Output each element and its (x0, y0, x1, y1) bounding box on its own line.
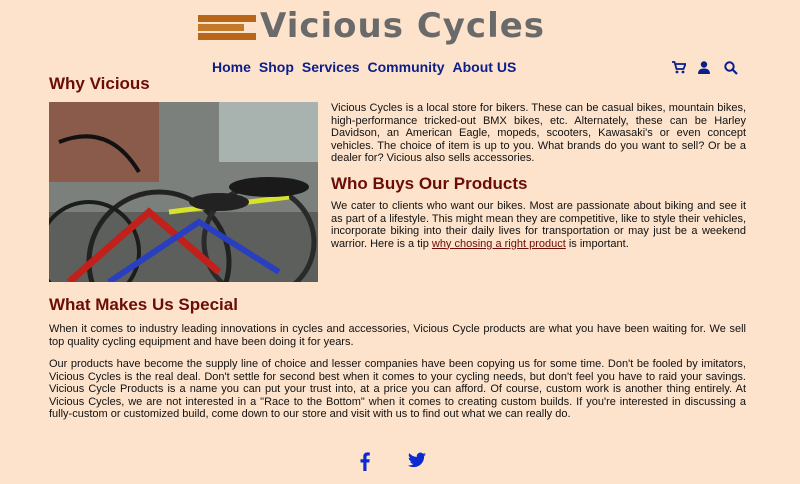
logo-mark-icon (198, 12, 256, 40)
who-buys-heading: Who Buys Our Products (331, 174, 528, 193)
facebook-icon[interactable] (360, 452, 378, 472)
why-vicious-heading: Why Vicious (49, 74, 150, 93)
main-nav: Home Shop Services Community About US (212, 59, 516, 75)
who-buys-text-tail: is important. (565, 237, 629, 250)
who-buys-text: We cater to clients who want our bikes. … (331, 200, 746, 250)
site-header: Vicious Cycles (0, 0, 800, 50)
nav-home[interactable]: Home (212, 59, 251, 75)
bicycles-photo (49, 102, 318, 282)
nav-services[interactable]: Services (302, 59, 360, 75)
special-paragraph-1: When it comes to industry leading innova… (49, 323, 746, 348)
nav-community[interactable]: Community (368, 59, 445, 75)
search-icon[interactable] (724, 61, 740, 75)
choosing-product-link[interactable]: why chosing a right product (432, 238, 566, 250)
nav-about-us[interactable]: About US (453, 59, 517, 75)
what-makes-special-heading: What Makes Us Special (49, 295, 238, 314)
user-icon[interactable] (698, 61, 714, 75)
header-tools (672, 61, 740, 75)
twitter-icon[interactable] (408, 452, 426, 472)
nav-shop[interactable]: Shop (259, 59, 294, 75)
brand-name: Vicious Cycles (260, 6, 546, 46)
social-links (360, 452, 426, 472)
special-paragraph-2: Our products have become the supply line… (49, 358, 746, 420)
why-vicious-text: Vicious Cycles is a local store for bike… (331, 102, 746, 164)
brand-logo[interactable]: Vicious Cycles (198, 9, 545, 43)
cart-icon[interactable] (672, 61, 688, 75)
